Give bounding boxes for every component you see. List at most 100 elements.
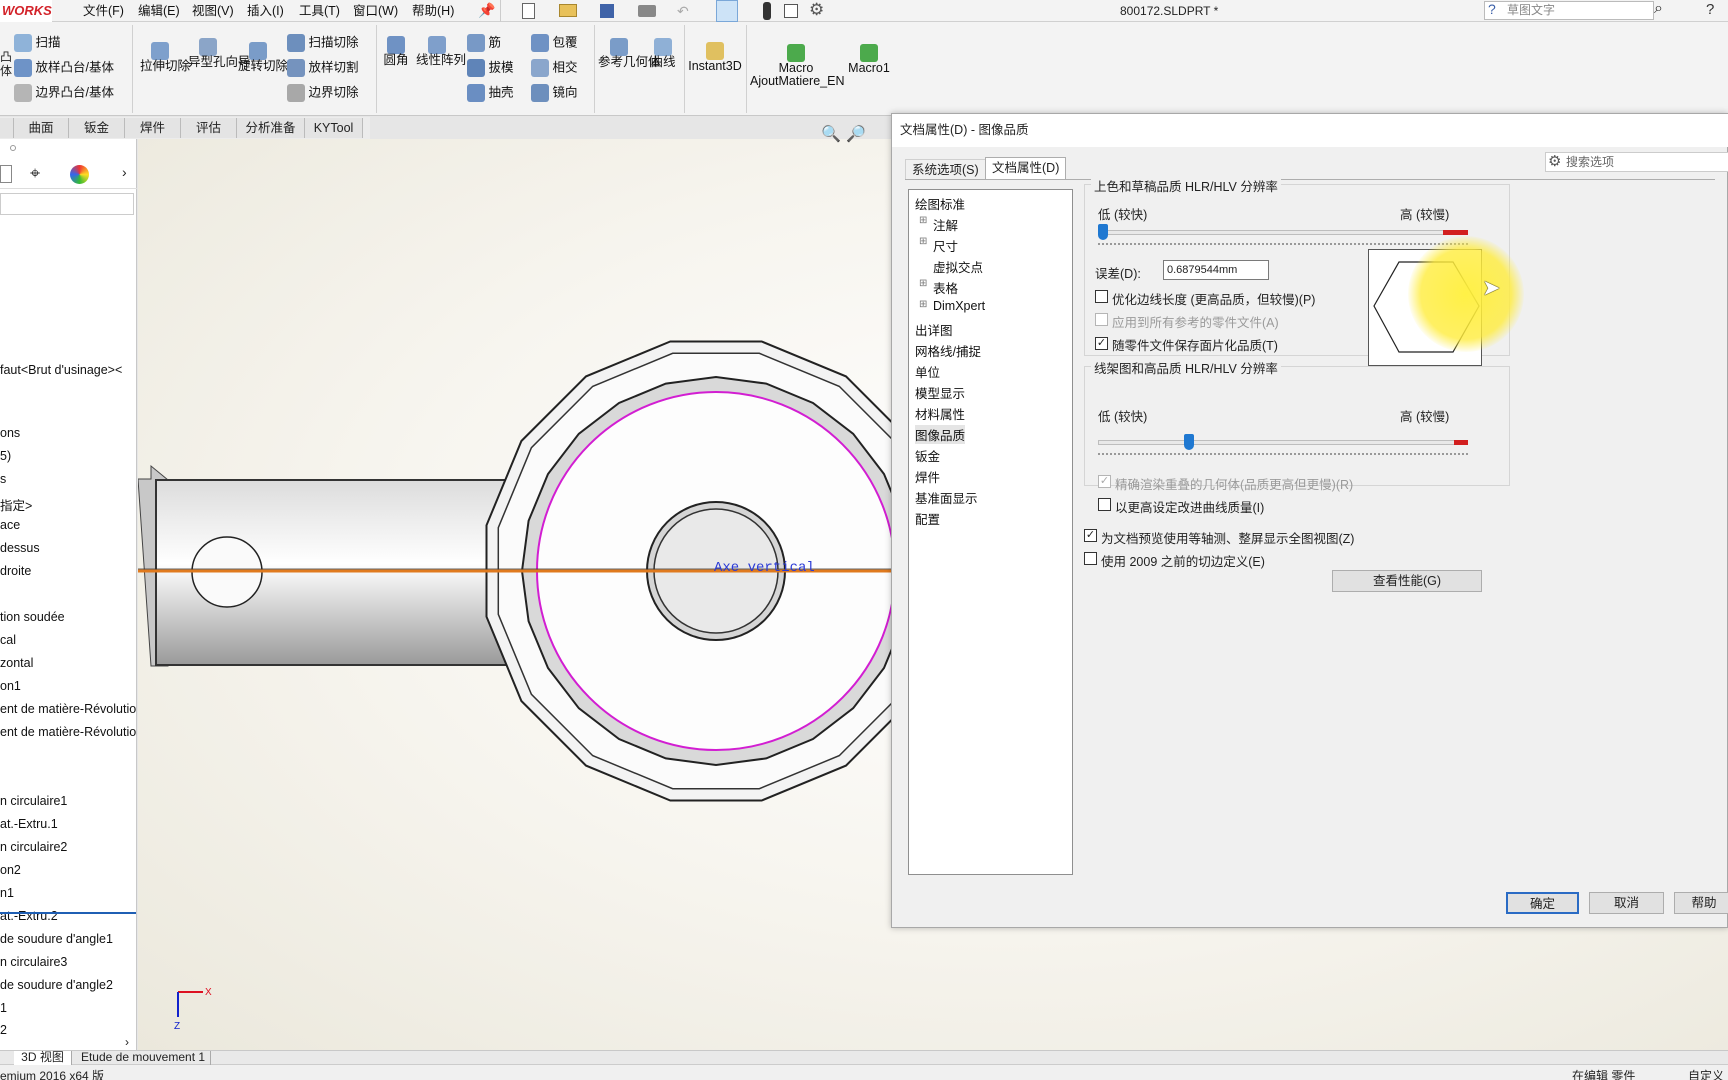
expand-icon[interactable]: ⊞	[919, 215, 927, 226]
tree-item[interactable]: on2	[0, 863, 21, 877]
search-icon[interactable]: ⌕	[1654, 0, 1663, 18]
tree-item[interactable]: s	[0, 472, 6, 486]
tab-partial[interactable]	[0, 118, 14, 138]
zoom-fit-icon[interactable]: 🔍	[821, 124, 841, 144]
tree-item[interactable]: n circulaire1	[0, 794, 67, 808]
tree-grid-snap[interactable]: 网格线/捕捉	[915, 341, 981, 360]
tree-units[interactable]: 单位	[915, 362, 940, 381]
crosshair-icon[interactable]: ⌖	[30, 163, 40, 184]
tree-image-quality[interactable]: 图像品质	[915, 425, 966, 444]
tab-document-properties[interactable]: 文档属性(D)	[985, 157, 1067, 180]
loft-boss-button[interactable]: 放样凸台/基体	[14, 59, 114, 77]
tab-kytool[interactable]: KYTool	[305, 118, 363, 138]
tree-annotations[interactable]: 注解	[933, 215, 958, 234]
mirror-button[interactable]: 镜向	[531, 84, 578, 102]
shell-button[interactable]: 抽壳	[467, 84, 514, 102]
filter-input[interactable]	[0, 193, 134, 215]
tree-item[interactable]: 2	[0, 1023, 7, 1037]
curves-button[interactable]: 曲线	[647, 38, 679, 69]
rebuild-icon[interactable]	[763, 2, 771, 20]
tree-item[interactable]: at.-Extru.1	[0, 817, 58, 831]
save-tessellation-checkbox[interactable]: ✓	[1095, 337, 1108, 350]
menu-view[interactable]: 视图(V)	[192, 0, 234, 22]
linear-pattern-button[interactable]: 线性阵列	[416, 36, 466, 67]
tree-dimxpert[interactable]: DimXpert	[933, 299, 985, 313]
expand-icon[interactable]: ⊞	[919, 236, 927, 247]
pin-icon[interactable]: 📌	[478, 2, 495, 19]
tree-item[interactable]: faut<Brut d'usinage><	[0, 363, 122, 377]
tab-evaluate[interactable]: 评估	[181, 118, 237, 138]
search-input[interactable]: 草图文字	[1484, 1, 1654, 20]
tab-motion-study[interactable]: Etude de mouvement 1	[76, 1051, 211, 1065]
tab-analysis[interactable]: 分析准备	[237, 118, 305, 138]
rib-button[interactable]: 筋	[467, 34, 501, 52]
select-icon[interactable]	[716, 0, 738, 22]
tree-model-display[interactable]: 模型显示	[915, 383, 965, 402]
instant3d-button[interactable]: Instant3D	[688, 42, 742, 73]
ok-button[interactable]: 确定	[1506, 892, 1579, 914]
boundary-boss-button[interactable]: 边界凸台/基体	[14, 84, 114, 102]
zoom-area-icon[interactable]: 🔎	[846, 124, 866, 144]
tree-tables[interactable]: 表格	[933, 278, 958, 297]
swept-cut-button[interactable]: 扫描切除	[287, 34, 359, 52]
appearance-icon[interactable]	[70, 165, 89, 184]
tree-sheet-metal[interactable]: 钣金	[915, 446, 940, 465]
tab-surfaces[interactable]: 曲面	[14, 118, 69, 138]
revolved-cut-button[interactable]: 旋转切除	[238, 42, 288, 73]
slider-thumb[interactable]	[1184, 434, 1195, 450]
menu-edit[interactable]: 编辑(E)	[138, 0, 180, 22]
new-file-icon[interactable]	[522, 3, 535, 19]
wrap-button[interactable]: 包覆	[531, 34, 578, 52]
tree-weldments[interactable]: 焊件	[915, 467, 940, 486]
expand-icon[interactable]: ⊞	[919, 299, 927, 310]
tree-item[interactable]: cal	[0, 633, 16, 647]
options-search-input[interactable]: 搜索选项	[1545, 152, 1728, 172]
menu-tools[interactable]: 工具(T)	[299, 0, 340, 22]
tree-item[interactable]: 1	[0, 1001, 7, 1015]
tree-drafting-standard[interactable]: 绘图标准	[915, 194, 965, 213]
draft-button[interactable]: 拔模	[467, 59, 514, 77]
save-icon[interactable]	[600, 4, 614, 18]
help-button[interactable]: 帮助	[1674, 892, 1728, 914]
tree-item[interactable]: 5)	[0, 449, 11, 463]
units-status[interactable]: 自定义	[1688, 1067, 1724, 1080]
file-properties-icon[interactable]	[784, 4, 798, 18]
scroll-right-icon[interactable]: ›	[125, 1035, 129, 1049]
tab-weldments[interactable]: 焊件	[125, 118, 181, 138]
tree-item[interactable]: zontal	[0, 656, 33, 670]
tree-item[interactable]: n circulaire3	[0, 955, 67, 969]
wireframe-quality-slider[interactable]	[1098, 434, 1468, 461]
undo-icon[interactable]: ↶	[677, 3, 689, 20]
boundary-cut-button[interactable]: 边界切除	[287, 84, 359, 102]
sweep-button[interactable]: 扫描	[14, 34, 61, 52]
macro-ajout-button[interactable]: Macro AjoutMatiere_EN	[750, 44, 845, 88]
gear-icon[interactable]: ⚙	[809, 0, 824, 20]
trimetric-preview-checkbox[interactable]: ✓	[1084, 529, 1097, 542]
expand-icon[interactable]: ⊞	[919, 278, 927, 289]
tree-dimensions[interactable]: 尺寸	[933, 236, 958, 255]
shaded-quality-slider[interactable]	[1098, 224, 1468, 251]
tree-item[interactable]: n1	[0, 886, 14, 900]
help-icon[interactable]: ?	[1706, 1, 1714, 18]
open-folder-icon[interactable]	[559, 4, 577, 17]
improve-curve-checkbox[interactable]	[1098, 498, 1111, 511]
tab-sheet-metal[interactable]: 钣金	[69, 118, 125, 138]
hole-wizard-button[interactable]: 异型孔向导	[188, 38, 251, 69]
rollback-bar[interactable]	[0, 912, 136, 914]
tree-plane-display[interactable]: 基准面显示	[915, 488, 978, 507]
lofted-cut-button[interactable]: 放样切割	[287, 59, 359, 77]
intersect-button[interactable]: 相交	[531, 59, 578, 77]
tree-item[interactable]: 指定>	[0, 495, 32, 514]
tree-item[interactable]: ent de matière-Révolutio	[0, 702, 136, 716]
tree-item[interactable]: on1	[0, 679, 21, 693]
menu-insert[interactable]: 插入(I)	[247, 0, 284, 22]
tree-item[interactable]: ons	[0, 426, 20, 440]
tree-item[interactable]: de soudure d'angle1	[0, 932, 113, 946]
tree-item[interactable]: ent de matière-Révolutio	[0, 725, 136, 739]
menu-window[interactable]: 窗口(W)	[353, 0, 398, 22]
slider-thumb[interactable]	[1098, 224, 1108, 240]
menu-help[interactable]: 帮助(H)	[412, 0, 454, 22]
deviation-input[interactable]: 0.6879544mm	[1163, 260, 1269, 280]
tree-detailing[interactable]: 出详图	[915, 320, 953, 339]
tree-item[interactable]: dessus	[0, 541, 40, 555]
